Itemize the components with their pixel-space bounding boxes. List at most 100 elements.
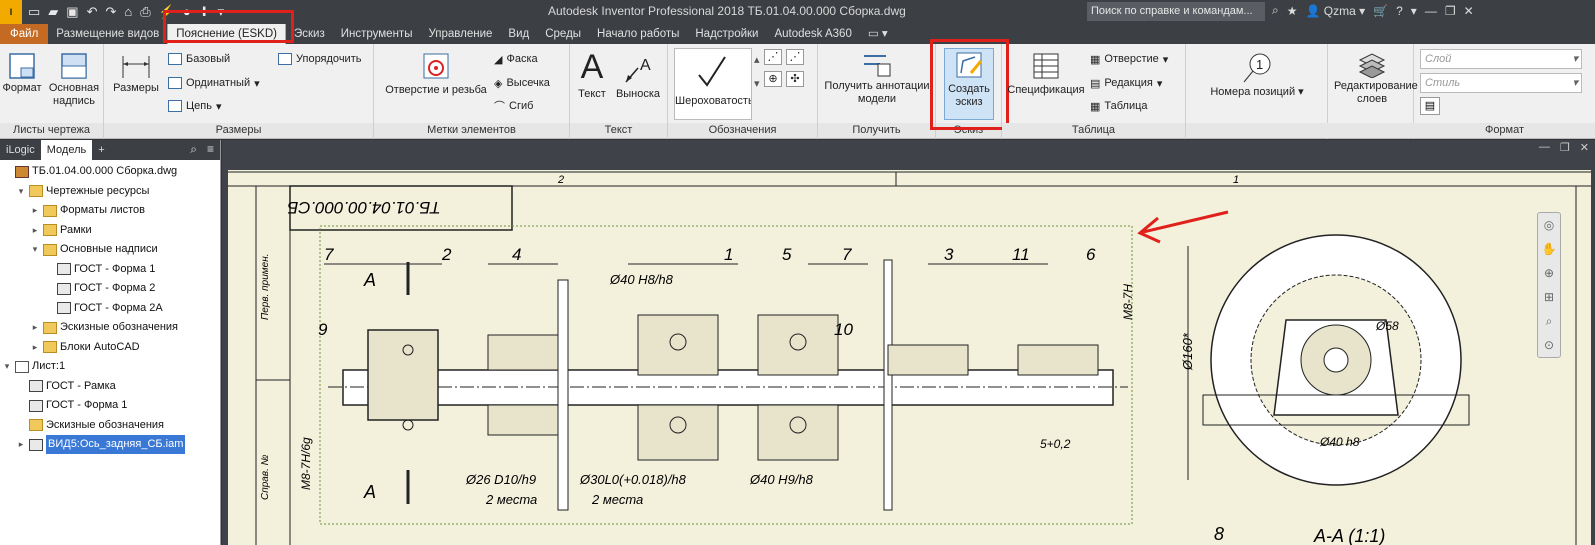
tree-node[interactable]: ▾ Основные надписи [30,240,158,259]
text-button[interactable]: A Текст [574,48,610,101]
tree-node[interactable]: ▸ ВИД5:Ось_задняя_СБ.iam [16,435,186,454]
symbol-button-2[interactable]: ⊕ ✣ [764,70,804,88]
expand-chevron-icon[interactable]: ▸ [16,435,26,454]
ordinate-button[interactable]: Ординатный ▾ [168,74,260,92]
tree-node[interactable]: ГОСТ - Форма 1 [16,396,127,415]
general-table-button[interactable]: ▦ Таблица [1090,97,1148,115]
symbols-scroll-up[interactable]: ▴ [754,50,764,68]
minimize-icon[interactable]: — [1425,4,1437,18]
zoom-window-icon[interactable]: ⊞ [1538,285,1560,309]
zoom-icon[interactable]: ⊕ [1538,261,1560,285]
tree-node[interactable]: ▸ Рамки [30,221,92,240]
help-icon[interactable]: ? [1396,4,1403,18]
hole-thread-button[interactable]: Отверстие и резьба [382,50,490,97]
collapse-chevron-icon[interactable]: ▾ [2,357,12,376]
chamfer-button[interactable]: ◢ Фаска [494,50,538,68]
tab-file[interactable]: Файл [0,24,49,44]
search-icon[interactable]: ⌕ [1272,3,1279,18]
bend-button[interactable]: ⌒ Сгиб [494,97,533,115]
expand-chevron-icon[interactable]: ▸ [30,221,40,240]
balloon-button[interactable]: 1 Номера позиций ▾ [1202,50,1312,99]
title-block-button[interactable]: Основная надпись [46,52,102,108]
chevron-down-icon[interactable]: ▾ [1157,77,1163,90]
drawing-canvas[interactable]: — ❐ ✕ 2 1 ТБ.01.04.00.000.СБ Перв. приме… [222,140,1595,545]
retrieve-model-annotations-button[interactable]: Получить аннотации модели [820,50,934,106]
tab-model[interactable]: Модель [40,140,93,160]
chevron-down-icon[interactable]: ▾ [1163,53,1169,66]
add-tab-icon[interactable]: + [92,140,110,160]
doc-close-icon[interactable]: ✕ [1580,141,1589,154]
help-dropdown-icon[interactable]: ▾ [1411,4,1417,18]
doc-restore-icon[interactable]: ❐ [1560,141,1570,154]
tab-a360[interactable]: Autodesk A360 [766,24,859,44]
drawing-sheet[interactable]: 2 1 ТБ.01.04.00.000.СБ Перв. примен. Спр… [228,170,1591,545]
open-icon[interactable]: ▰ [48,3,58,21]
chevron-down-icon[interactable]: ▾ [1295,86,1304,98]
restore-icon[interactable]: ❐ [1445,4,1456,18]
tree-node[interactable]: ▾ Чертежные ресурсы [16,182,149,201]
inventor-logo[interactable]: I PRO [0,0,22,41]
new-icon[interactable]: ▭ [28,3,40,21]
dimension-button[interactable]: Размеры [108,52,164,95]
style-editor-button[interactable]: ▤ [1420,97,1440,115]
chevron-down-icon[interactable]: ▾ [216,100,222,113]
tree-node[interactable]: ГОСТ - Форма 1 [44,260,155,279]
chevron-down-icon[interactable]: ▾ [254,77,260,90]
arrange-button[interactable]: Упорядочить [278,50,361,68]
tree-node[interactable]: ТБ.01.04.00.000 Сборка.dwg [2,162,177,181]
collapse-chevron-icon[interactable]: ▾ [16,182,26,201]
steering-wheel-icon[interactable]: ◎ [1538,213,1560,237]
expand-chevron-icon[interactable]: ▸ [30,201,40,220]
home-icon[interactable]: ⌂ [124,3,132,21]
tab-tools[interactable]: Инструменты [333,24,421,44]
tree-node[interactable]: ГОСТ - Рамка [16,377,116,396]
tab-place-views[interactable]: Размещение видов [48,24,167,44]
tab-ilogic[interactable]: iLogic [0,140,41,160]
print-icon[interactable]: ⎙ [140,3,150,21]
format-button[interactable]: Формат [2,52,42,95]
zoom-all-icon[interactable]: ⌕ [1538,309,1560,333]
menu-icon[interactable]: ≡ [207,142,214,157]
surface-texture-button[interactable]: Шероховатость [674,48,752,120]
ribbon-options-icon[interactable]: ▭ ▾ [860,24,896,44]
tree-node[interactable]: Эскизные обозначения [16,416,164,435]
punch-button[interactable]: ◈ Высечка [494,74,550,92]
collapse-chevron-icon[interactable]: ▾ [30,240,40,259]
tree-node[interactable]: ▸ Форматы листов [30,201,145,220]
tree-node[interactable]: ▸ Блоки AutoCAD [30,338,140,357]
favorites-star-icon[interactable]: ★ [1287,4,1298,18]
symbol-button-1[interactable]: ⋰ ⋰ [764,48,804,66]
expand-chevron-icon[interactable]: ▸ [30,338,40,357]
look-at-icon[interactable]: ⊙ [1538,333,1560,357]
tree-node[interactable]: ГОСТ - Форма 2 [44,279,155,298]
tab-manage[interactable]: Управление [420,24,500,44]
leader-text-button[interactable]: A Выноска [612,52,664,101]
chain-button[interactable]: Цепь ▾ [168,97,221,115]
edit-layers-button[interactable]: Редактирование слоев [1334,50,1418,106]
tree-node[interactable]: ГОСТ - Форма 2А [44,299,163,318]
chevron-down-icon[interactable]: ▾ [1572,50,1578,68]
hole-table-button[interactable]: ▦ Отверстие ▾ [1090,50,1168,68]
style-select[interactable]: Стиль ▾ [1420,73,1582,93]
pan-icon[interactable]: ✋ [1538,237,1560,261]
layer-select[interactable]: Слой ▾ [1420,49,1582,69]
tree-node[interactable]: ▾ Лист:1 [2,357,65,376]
symbols-scroll-down[interactable]: ▾ [754,74,764,92]
tree-node[interactable]: ▸ Эскизные обозначения [30,318,178,337]
cart-icon[interactable]: 🛒 [1373,4,1388,18]
help-search-input[interactable]: Поиск по справке и командам... [1087,2,1265,21]
search-icon[interactable]: ⌕ [190,142,197,157]
baseline-button[interactable]: Базовый [168,50,230,68]
save-icon[interactable]: ▣ [66,3,78,21]
chevron-down-icon[interactable]: ▾ [1572,74,1578,92]
tab-get-started[interactable]: Начало работы [589,24,687,44]
close-icon[interactable]: ✕ [1464,4,1474,18]
redo-icon[interactable]: ↷ [106,3,117,21]
doc-minimize-icon[interactable]: — [1539,141,1550,154]
undo-icon[interactable]: ↶ [87,3,98,21]
tab-environments[interactable]: Среды [537,24,589,44]
revision-table-button[interactable]: ▤ Редакция ▾ [1090,74,1162,92]
expand-chevron-icon[interactable]: ▸ [30,318,40,337]
tab-add-ins[interactable]: Надстройки [687,24,766,44]
parts-list-button[interactable]: Спецификация [1006,50,1086,97]
